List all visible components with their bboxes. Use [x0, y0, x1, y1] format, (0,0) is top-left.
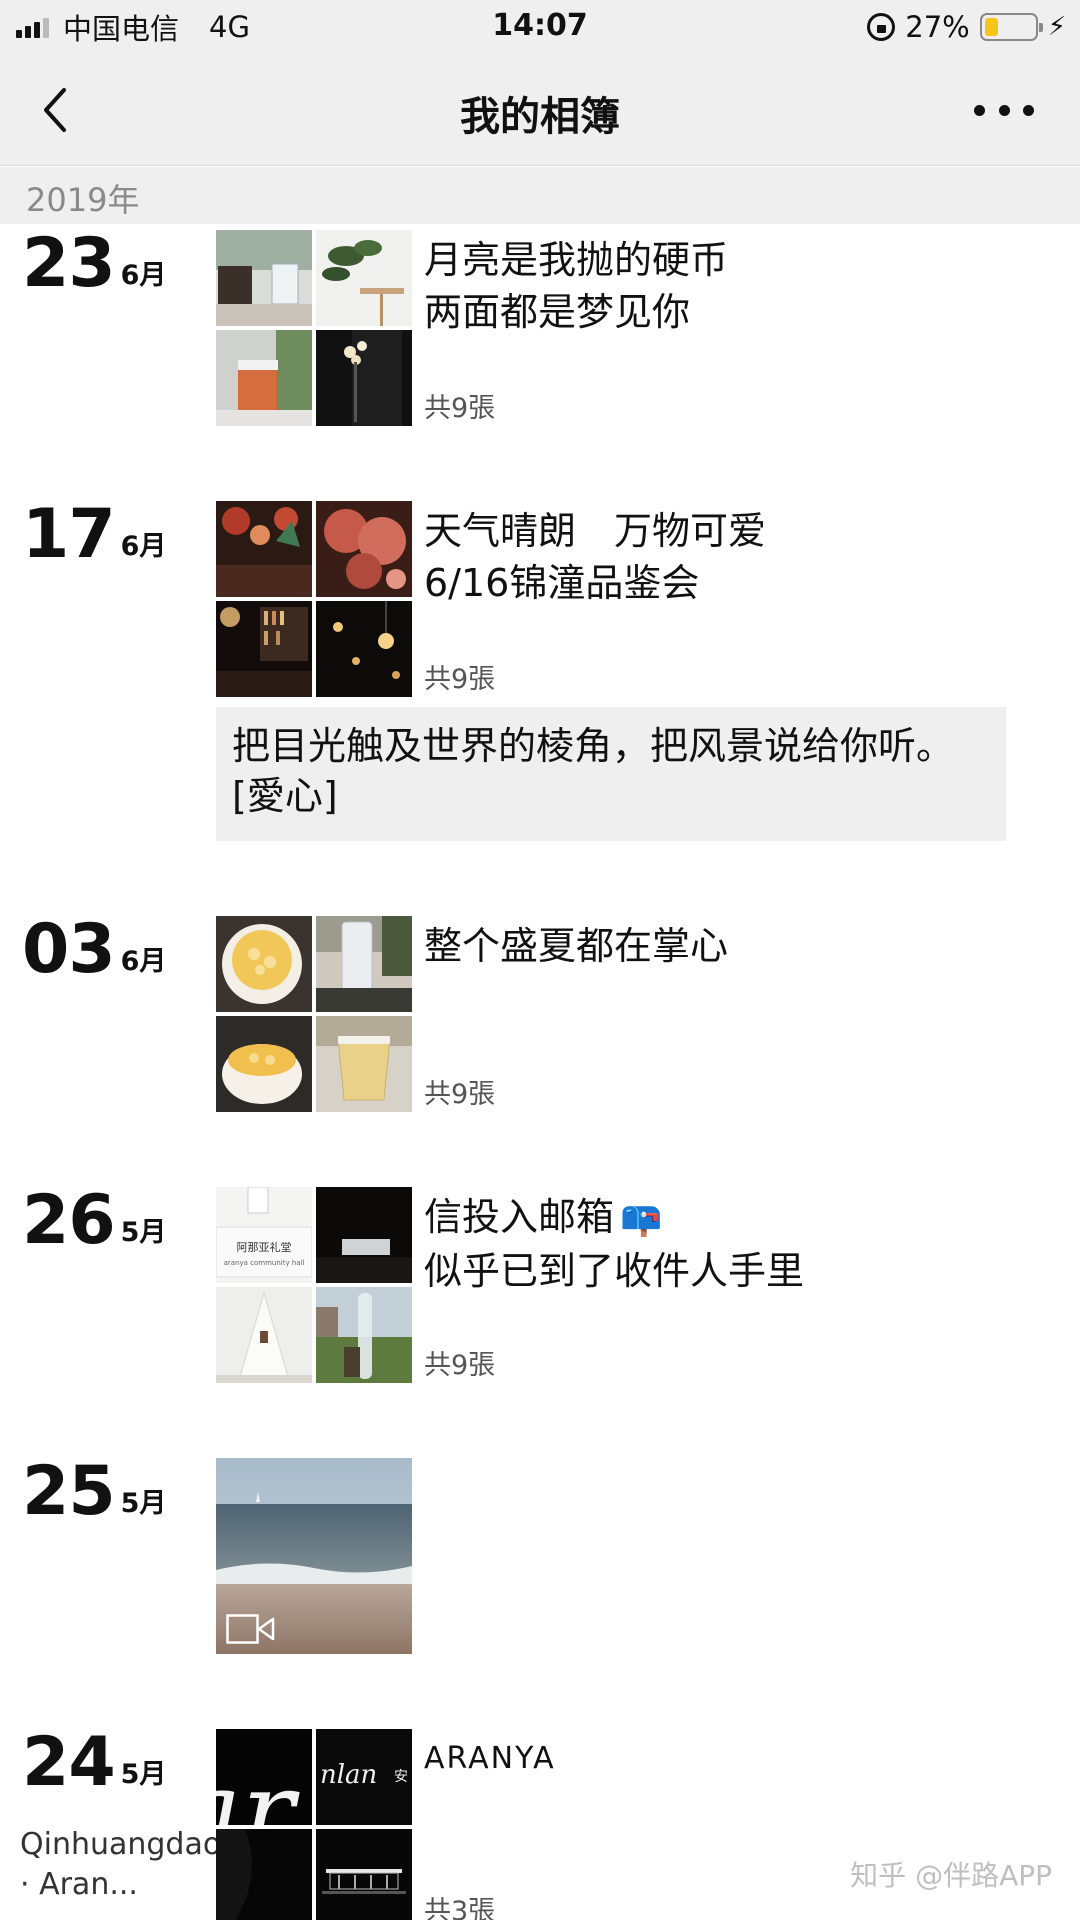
photo-thumbnail[interactable]: [316, 1829, 412, 1920]
photo-thumbnail[interactable]: 阿那亚礼堂 aranya community hall: [216, 1187, 312, 1283]
entry-caption: 天气晴朗 万物可爱 6/16锦潼品鉴会: [424, 505, 766, 609]
photo-grid[interactable]: 阿那亚礼堂 aranya community hall: [216, 1187, 412, 1383]
photo-count: 共9張: [424, 1350, 496, 1381]
caption-line-text: 信投入邮箱: [424, 1195, 615, 1239]
photo-logo-text: 安: [394, 1769, 408, 1785]
watermark: 知乎 @伴路APP: [850, 1859, 1052, 1892]
photo-thumbnail[interactable]: [316, 330, 412, 426]
photo-grid[interactable]: [216, 916, 412, 1112]
entry-date: 03 6月: [22, 916, 166, 984]
entry-date: 26 5月: [22, 1187, 166, 1255]
photo-logo-text: ar: [216, 1747, 301, 1825]
entry-caption: 月亮是我抛的硬币 两面都是梦见你: [424, 234, 728, 338]
photo-thumbnail[interactable]: [216, 601, 312, 697]
photo-sign-cn: 阿那亚礼堂: [237, 1240, 292, 1254]
status-bar: 中国电信 4G 14:07 27% ⚡: [0, 0, 1080, 54]
photo-thumbnail[interactable]: [316, 916, 412, 1012]
photo-count: 共9張: [424, 393, 496, 424]
photo-thumbnail[interactable]: ar: [216, 1729, 312, 1825]
entry-month: 5月: [120, 1488, 167, 1519]
entry-date: 23 6月: [22, 230, 166, 298]
entry-month: 6月: [120, 531, 167, 562]
photo-thumbnail[interactable]: [316, 230, 412, 326]
caption-line: 似乎已到了收件人手里: [424, 1249, 805, 1293]
photo-grid[interactable]: [216, 501, 412, 697]
nav-bar: 我的相簿: [0, 54, 1080, 166]
charging-icon: ⚡: [1047, 12, 1066, 42]
entry-date: 25 5月: [22, 1458, 166, 1526]
entry-day: 23: [22, 224, 116, 303]
photo-grid[interactable]: [216, 230, 412, 426]
photo-thumbnail[interactable]: [216, 1829, 312, 1920]
more-dot: [974, 104, 985, 116]
photo-thumbnail[interactable]: [316, 601, 412, 697]
album-entry[interactable]: 25 5月: [0, 1458, 1080, 1658]
year-label: 2019年: [26, 181, 140, 219]
photo-sign-en: aranya community hall: [224, 1259, 305, 1267]
caption-line: 6/16锦潼品鉴会: [424, 561, 700, 605]
entry-text-post[interactable]: 把目光触及世界的棱角，把风景说给你听。[愛心]: [216, 707, 1006, 841]
caption-line: ARANYA: [424, 1741, 556, 1776]
photo-thumbnail[interactable]: [316, 1187, 412, 1283]
photo-thumbnail[interactable]: [316, 1016, 412, 1112]
year-header: 2019年: [0, 167, 1080, 224]
photo-count: 共9張: [424, 1079, 496, 1110]
photo-count: 共3張: [424, 1896, 496, 1920]
status-right: 27% ⚡: [867, 10, 1066, 44]
photo-thumbnail[interactable]: [216, 330, 312, 426]
caption-line: 整个盛夏都在掌心: [424, 924, 729, 968]
entry-month: 5月: [120, 1217, 167, 1248]
caption-line: 两面都是梦见你: [424, 290, 691, 334]
photo-thumbnail[interactable]: [216, 1016, 312, 1112]
photo-count: 共9張: [424, 664, 496, 695]
entry-day: 17: [22, 495, 116, 574]
battery-percent: 27%: [905, 10, 970, 44]
entry-date: 24 5月: [22, 1729, 166, 1797]
photo-grid[interactable]: ar nlan 安: [216, 1729, 412, 1920]
photo-thumbnail[interactable]: [316, 501, 412, 597]
entry-month: 6月: [120, 260, 167, 291]
entry-month: 6月: [120, 946, 167, 977]
caption-line: 天气晴朗 万物可爱: [424, 509, 767, 553]
entry-caption: 整个盛夏都在掌心: [424, 920, 728, 972]
entry-date: 17 6月: [22, 501, 166, 569]
album-entry[interactable]: 17 6月 天气晴朗 万物可爱 6/16锦潼品鉴会 共9張 把目光触及世界的棱角…: [0, 501, 1080, 841]
photo-thumbnail[interactable]: [316, 1287, 412, 1383]
more-dot: [1023, 104, 1034, 116]
photo-logo-text: nlan: [320, 1760, 377, 1790]
video-camera-icon: [226, 1614, 275, 1644]
entry-day: 25: [22, 1452, 116, 1531]
more-button[interactable]: [974, 90, 1034, 130]
photo-thumbnail[interactable]: [216, 501, 312, 597]
album-entry[interactable]: 03 6月 整个盛夏都在掌心 共9張: [0, 916, 1080, 1116]
battery-icon: [979, 13, 1043, 41]
entry-caption: 信投入邮箱 📪 似乎已到了收件人手里: [424, 1191, 804, 1297]
caption-line: 月亮是我抛的硬币: [424, 238, 729, 282]
photo-thumbnail[interactable]: nlan 安: [316, 1729, 412, 1825]
mailbox-emoji: 📪: [620, 1199, 663, 1239]
album-entry[interactable]: 26 5月 阿那亚礼堂 aranya community hall 信投入邮箱 📪 …: [0, 1187, 1080, 1387]
caption-line: 信投入邮箱 📪: [424, 1191, 804, 1245]
page-title: 我的相簿: [460, 94, 620, 140]
entry-location: Qinhuangdao · Aran...: [20, 1827, 222, 1902]
battery-fill: [984, 18, 998, 36]
album-entry[interactable]: 23 6月 月亮是我抛的硬币 两面都是梦见你 共9張: [0, 230, 1080, 430]
entry-day: 03: [22, 910, 116, 989]
video-thumbnail[interactable]: [216, 1458, 412, 1654]
entry-day: 26: [22, 1181, 116, 1260]
entry-day: 24: [22, 1723, 116, 1802]
entry-caption: ARANYA: [424, 1733, 556, 1785]
entry-month: 5月: [120, 1759, 167, 1790]
photo-thumbnail[interactable]: [216, 1287, 312, 1383]
photo-thumbnail[interactable]: [216, 916, 312, 1012]
more-dot: [998, 104, 1010, 116]
orientation-lock-icon: [867, 13, 896, 41]
photo-thumbnail[interactable]: [216, 230, 312, 326]
